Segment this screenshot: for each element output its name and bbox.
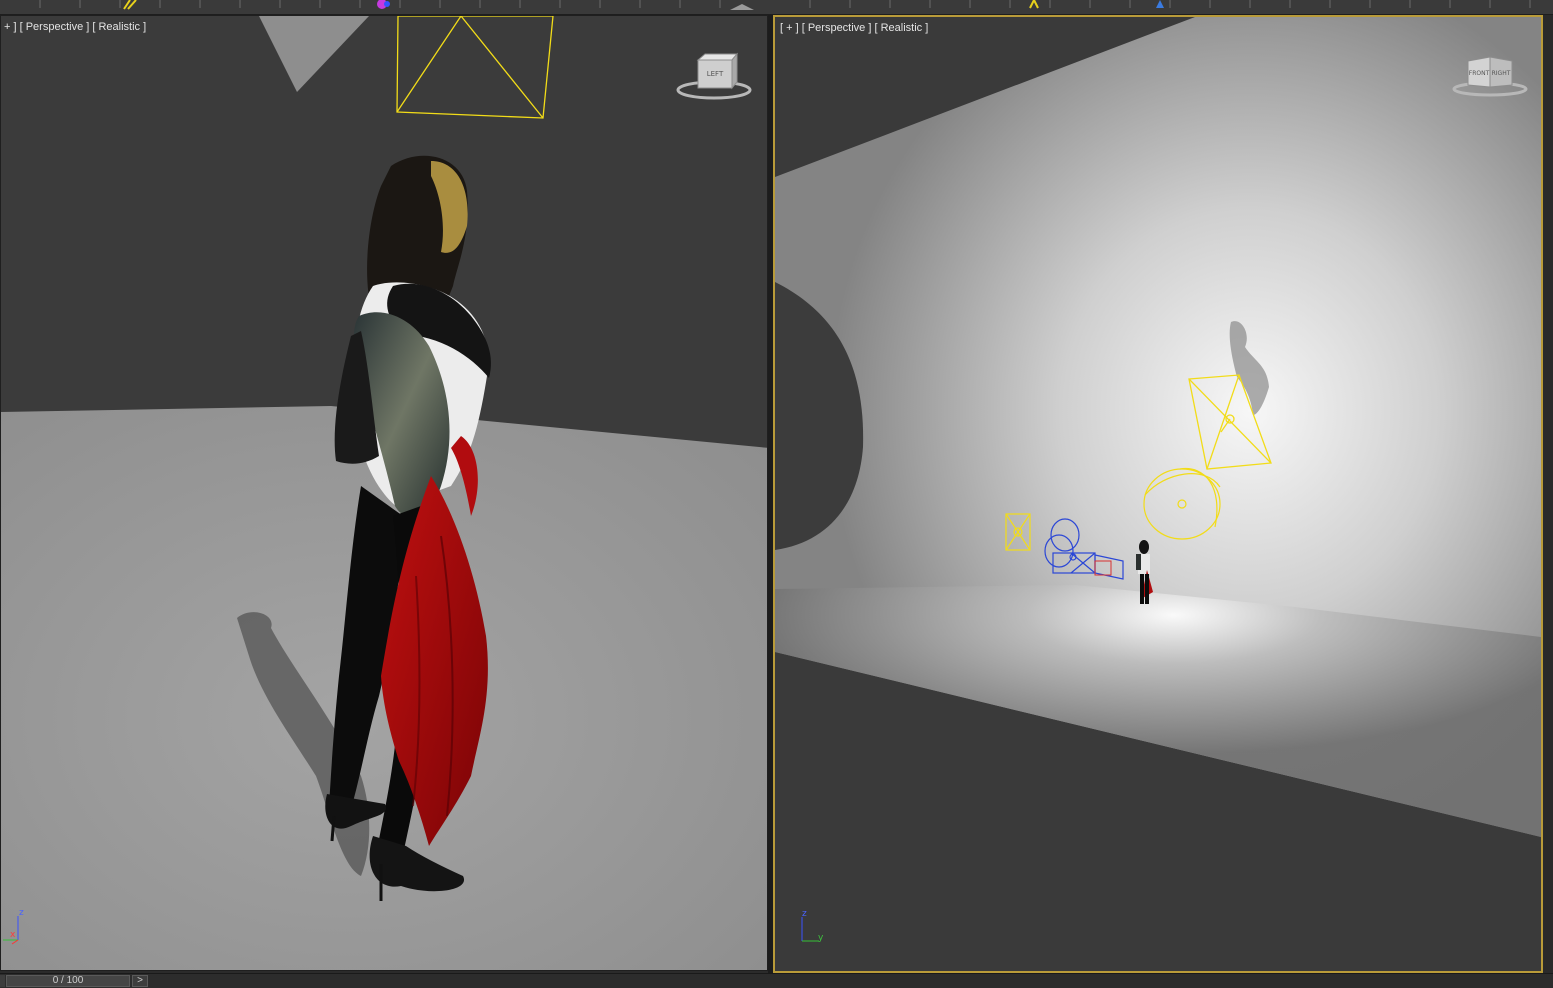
viewport-view-button[interactable]: [ Perspective ] xyxy=(802,22,872,34)
viewport-perspective-right[interactable]: [ + ] [ Perspective ] [ Realistic ] FRON… xyxy=(773,15,1543,973)
track-bar[interactable] xyxy=(0,0,1553,15)
key-marker-icon xyxy=(123,0,137,10)
viewport-perspective-left[interactable]: + ] [ Perspective ] [ Realistic ] LEFT z… xyxy=(0,15,768,971)
key-marker-icon xyxy=(1029,0,1039,9)
viewport-shading-button[interactable]: [ Realistic ] xyxy=(92,21,146,33)
viewcube-icon[interactable]: FRONT RIGHT xyxy=(1450,53,1530,99)
axis-z-label: z xyxy=(19,908,24,918)
viewcube-face-label: LEFT xyxy=(707,70,724,78)
viewport-label[interactable]: [ + ] [ Perspective ] [ Realistic ] xyxy=(780,22,928,34)
time-prev-button[interactable] xyxy=(0,975,5,987)
command-panel-edge xyxy=(1543,15,1553,973)
viewport-label[interactable]: + ] [ Perspective ] [ Realistic ] xyxy=(4,21,146,33)
viewport-menu-button[interactable]: + ] xyxy=(4,21,17,33)
timeline-ruler[interactable] xyxy=(0,0,1553,14)
viewcube-face-front: FRONT xyxy=(1469,70,1490,77)
viewport-view-button[interactable]: [ Perspective ] xyxy=(20,21,90,33)
viewcube-face-right: RIGHT xyxy=(1492,70,1511,77)
viewcube-icon[interactable]: LEFT xyxy=(675,52,755,102)
time-next-button[interactable]: > xyxy=(132,975,148,987)
viewport-scene-right[interactable] xyxy=(775,17,1541,971)
axis-z-label: z xyxy=(802,909,807,919)
key-marker-icon xyxy=(730,4,754,10)
axis-tripod-icon: z y xyxy=(797,907,827,947)
key-marker-icon xyxy=(1156,0,1164,8)
axis-tripod-icon: z x xyxy=(3,906,33,946)
viewport-menu-button[interactable]: [ + ] xyxy=(780,22,799,34)
time-slider-bar: 0 / 100 > xyxy=(0,973,1553,988)
viewport-scene-left[interactable] xyxy=(1,16,768,971)
key-marker-icon xyxy=(384,1,390,7)
axis-x-label: x xyxy=(10,930,16,940)
axis-y-label: y xyxy=(818,933,824,943)
viewport-shading-button[interactable]: [ Realistic ] xyxy=(874,22,928,34)
time-slider[interactable]: 0 / 100 xyxy=(6,975,130,987)
